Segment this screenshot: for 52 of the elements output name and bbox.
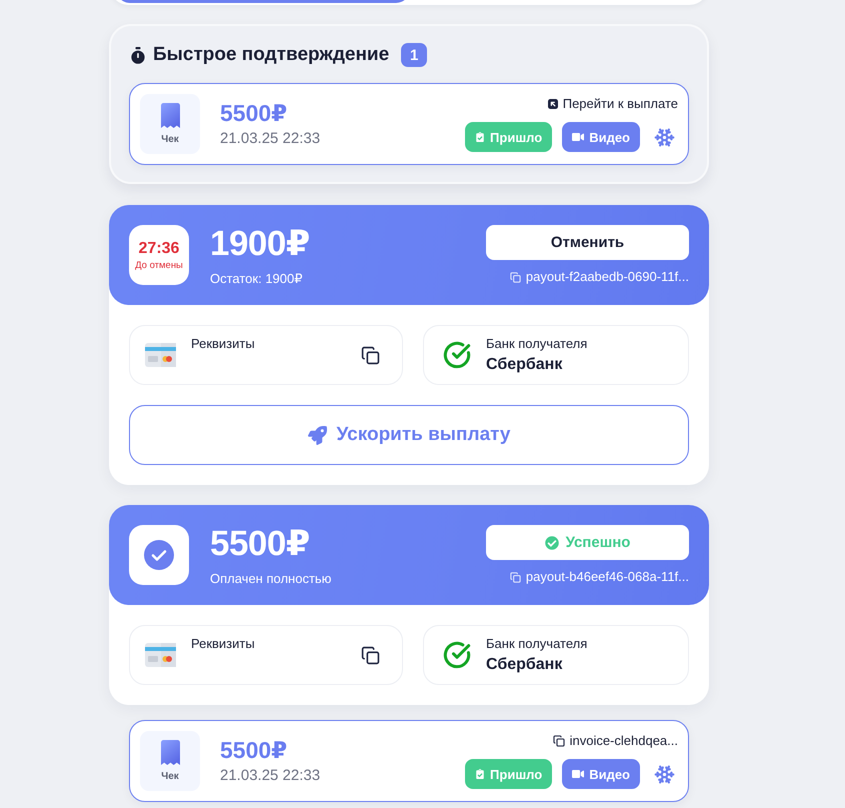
count-badge: 1 xyxy=(401,43,428,67)
video-camera-icon xyxy=(572,768,584,780)
clipboard-check-icon xyxy=(475,769,486,779)
section-title: Быстрое подтверждение xyxy=(153,43,390,67)
copy-icon xyxy=(510,572,521,582)
requisites-label: Реквизиты xyxy=(191,336,255,352)
bank-name: Сбербанк xyxy=(486,355,564,374)
arrived-button[interactable]: Пришло xyxy=(465,122,552,152)
payout-amount: 5500₽ xyxy=(210,525,311,563)
stopwatch-icon xyxy=(131,46,145,64)
check-icon xyxy=(129,525,189,585)
payout-subtitle: Остаток: 1900₽ xyxy=(210,271,304,287)
snowflake-icon xyxy=(654,126,674,148)
arrow-icon xyxy=(548,99,558,109)
status-text: Успешно xyxy=(566,534,630,551)
requisites-label: Реквизиты xyxy=(191,636,255,652)
amount: 5500₽ xyxy=(220,100,288,126)
check-circle-icon xyxy=(443,641,471,669)
video-button[interactable]: Видео xyxy=(562,122,640,152)
video-button[interactable]: Видео xyxy=(562,759,640,789)
copy-button[interactable] xyxy=(361,346,380,364)
receipt-label: Чек xyxy=(161,770,179,782)
clipboard-check-icon xyxy=(475,132,486,142)
date-time: 21.03.25 22:33 xyxy=(220,767,320,785)
arrived-button[interactable]: Пришло xyxy=(465,759,552,789)
bank-name: Сбербанк xyxy=(486,655,564,674)
copy-button[interactable] xyxy=(361,646,380,664)
snowflake-icon xyxy=(654,764,674,784)
credit-card-icon xyxy=(145,343,176,367)
rocket-icon xyxy=(308,426,327,444)
copy-id-button[interactable]: invoice-clehdqea... xyxy=(552,733,678,749)
bank-label: Банк получателя xyxy=(486,636,588,652)
check-circle-icon xyxy=(443,341,471,369)
copy-icon xyxy=(552,735,565,747)
amount: 5500₽ xyxy=(220,737,288,763)
payout-link[interactable]: Перейти к выплате xyxy=(548,96,678,112)
copy-icon xyxy=(510,272,521,282)
bank-label: Банк получателя xyxy=(486,336,588,352)
payout-amount: 1900₽ xyxy=(210,225,310,263)
speed-up-button[interactable]: Ускорить выплату xyxy=(129,405,689,465)
credit-card-icon xyxy=(145,643,176,667)
payout-subtitle: Оплачен полностью xyxy=(210,571,332,587)
cancel-button[interactable]: Отменить xyxy=(486,225,689,260)
receipt-label: Чек xyxy=(161,134,179,146)
date-time: 21.03.25 22:33 xyxy=(220,130,320,148)
video-camera-icon xyxy=(572,131,584,143)
timer-label: До отмены xyxy=(135,260,183,270)
timer-text: 27:36 xyxy=(138,240,180,258)
copy-id-button[interactable]: payout-f2aabedb-0690-11f... xyxy=(510,269,689,285)
receipt-icon xyxy=(160,102,180,128)
copy-id-button[interactable]: payout-b46eef46-068a-11f... xyxy=(510,569,689,585)
receipt-icon xyxy=(160,740,180,764)
